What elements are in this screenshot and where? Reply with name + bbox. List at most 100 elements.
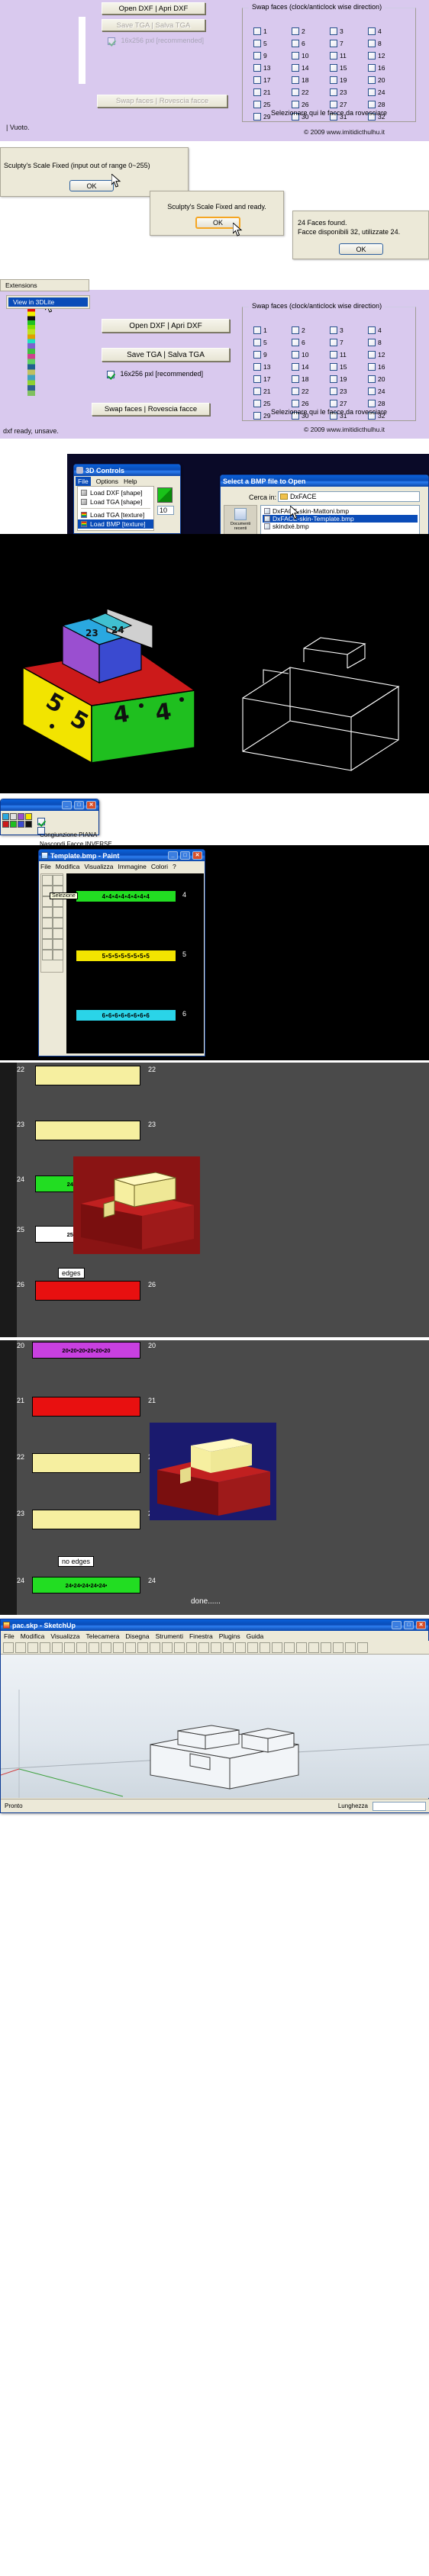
- tool-text-icon[interactable]: [53, 918, 63, 928]
- face-checkbox-18[interactable]: 18: [292, 373, 330, 385]
- face-checkbox-grid[interactable]: 1 2 3 4 5 6 7 8 9 10 11 12 13 14 15 16 17 18 19 20 21 22 23 24 2…: [253, 25, 408, 123]
- tool-pencil-icon[interactable]: [42, 907, 53, 918]
- face-checkbox-box-22[interactable]: [292, 88, 299, 96]
- face-checkbox-box-12[interactable]: [368, 52, 376, 59]
- checkbox-hide-inverse[interactable]: [37, 826, 45, 835]
- tool-roundrect-icon[interactable]: [53, 950, 63, 960]
- face-checkbox-box-12[interactable]: [368, 351, 376, 359]
- sketchup-minimize-button[interactable]: _: [392, 1621, 402, 1629]
- window-3d-controls-menubar[interactable]: File Options Help: [74, 476, 180, 486]
- toolbar-look-icon[interactable]: [345, 1642, 356, 1653]
- face-checkbox-box-20[interactable]: [368, 375, 376, 383]
- window-3d-controls-titlebar[interactable]: 3D Controls: [74, 465, 180, 476]
- face-checkbox-15[interactable]: 15: [330, 361, 368, 373]
- window-paint-menubar[interactable]: File Modifica Visualizza Immagine Colori…: [39, 861, 205, 871]
- menu-item-load-tga-shape[interactable]: Load TGA [shape]: [78, 497, 153, 507]
- toolbar-orbit-icon[interactable]: [284, 1642, 295, 1653]
- su-menu-guida[interactable]: Guida: [247, 1632, 264, 1640]
- face-checkbox-22[interactable]: 22: [292, 385, 330, 397]
- toolbar-line-icon[interactable]: [113, 1642, 124, 1653]
- menu-item-load-bmp-texture[interactable]: Load BMP [texture]: [78, 519, 153, 529]
- window-options-titlebar[interactable]: _ □ ✕: [1, 799, 98, 811]
- face-checkbox-12[interactable]: 12: [368, 50, 406, 62]
- paint-menu-modifica[interactable]: Modifica: [56, 863, 80, 870]
- face-checkbox-box-24[interactable]: [368, 88, 376, 96]
- face-checkbox-box-1[interactable]: [253, 326, 261, 334]
- swatch-icon[interactable]: [10, 821, 17, 828]
- face-checkbox-box-23[interactable]: [330, 88, 337, 96]
- face-checkbox-grid-2[interactable]: 1 2 3 4 5 6 7 8 9 10 11 12 13 14 15 16 17 18 19 20 21 22 23 24 2…: [253, 324, 408, 422]
- paint-menu-visualizza[interactable]: Visualizza: [84, 863, 113, 870]
- toolbar-print-icon[interactable]: [40, 1642, 50, 1653]
- tool-rect-icon[interactable]: [42, 939, 53, 950]
- face-checkbox-box-21[interactable]: [253, 88, 261, 96]
- face-checkbox-box-18[interactable]: [292, 76, 299, 84]
- tool-free-select-icon[interactable]: [42, 875, 53, 886]
- menu-help[interactable]: Help: [124, 478, 137, 485]
- window-sketchup-titlebar[interactable]: pac.skp - SketchUp _ □ ✕: [1, 1619, 428, 1631]
- file-list-item-0[interactable]: DxFACE-skin-Mattoni.bmp: [263, 507, 418, 515]
- face-checkbox-21[interactable]: 21: [253, 86, 292, 98]
- paint-menu-colori[interactable]: Colori: [151, 863, 168, 870]
- sketchup-maximize-button[interactable]: □: [404, 1621, 414, 1629]
- checkbox-16x256-2[interactable]: [107, 370, 115, 378]
- face-checkbox-box-10[interactable]: [292, 351, 299, 359]
- swatch-icon[interactable]: [25, 821, 32, 828]
- toolbar-rect-icon[interactable]: [137, 1642, 148, 1653]
- paint-maximize-button[interactable]: □: [180, 851, 190, 860]
- toolbar-move-icon[interactable]: [174, 1642, 185, 1653]
- open-dxf-button-2[interactable]: Open DXF | Apri DXF: [102, 319, 230, 333]
- face-checkbox-2[interactable]: 2: [292, 324, 330, 336]
- face-checkbox-box-25[interactable]: [253, 400, 261, 407]
- toolbar-save-icon[interactable]: [27, 1642, 38, 1653]
- face-checkbox-20[interactable]: 20: [368, 373, 406, 385]
- face-checkbox-box-2[interactable]: [292, 326, 299, 334]
- look-in-combobox[interactable]: DxFACE: [278, 491, 420, 502]
- face-checkbox-box-6[interactable]: [292, 40, 299, 47]
- paint-canvas[interactable]: 4•4•4•4•4•4•4•4 4 5•5•5•5•5•5•5•5 5 6•6•…: [66, 873, 204, 1053]
- toolbar-text-icon[interactable]: [260, 1642, 270, 1653]
- tool-curve-icon[interactable]: [53, 928, 63, 939]
- toolbar-walk-icon[interactable]: [333, 1642, 344, 1653]
- window-paint-titlebar[interactable]: Template.bmp - Paint _ □ ✕: [39, 850, 205, 861]
- tool-select-icon[interactable]: [53, 875, 63, 886]
- paint-menu-file[interactable]: File: [40, 863, 51, 870]
- face-checkbox-box-16[interactable]: [368, 363, 376, 371]
- face-checkbox-box-27[interactable]: [330, 400, 337, 407]
- menu-file[interactable]: File: [76, 476, 91, 486]
- face-checkbox-14[interactable]: 14: [292, 62, 330, 74]
- su-menu-modifica[interactable]: Modifica: [21, 1632, 45, 1640]
- su-menu-disegna[interactable]: Disegna: [125, 1632, 149, 1640]
- paint-menu-immagine[interactable]: Immagine: [118, 863, 146, 870]
- face-checkbox-1[interactable]: 1: [253, 25, 292, 37]
- face-checkbox-8[interactable]: 8: [368, 37, 406, 50]
- face-checkbox-4[interactable]: 4: [368, 25, 406, 37]
- side-value-field[interactable]: 10: [157, 506, 174, 515]
- toolbar-zoom-extents-icon[interactable]: [321, 1642, 331, 1653]
- tool-polygon-icon[interactable]: [53, 939, 63, 950]
- face-checkbox-box-9[interactable]: [253, 52, 261, 59]
- paint-close-icon[interactable]: ✕: [192, 851, 202, 860]
- face-checkbox-3[interactable]: 3: [330, 324, 368, 336]
- file-dropdown-menu[interactable]: Load DXF [shape] Load TGA [shape] Load T…: [77, 486, 154, 531]
- tool-brush-icon[interactable]: [53, 907, 63, 918]
- face-checkbox-box-10[interactable]: [292, 52, 299, 59]
- toolbar-pushpull-icon[interactable]: [162, 1642, 173, 1653]
- face-checkbox-17[interactable]: 17: [253, 74, 292, 86]
- swatch-icon[interactable]: [2, 813, 9, 820]
- face-checkbox-7[interactable]: 7: [330, 336, 368, 349]
- toolbar-paint-icon[interactable]: [101, 1642, 111, 1653]
- face-checkbox-23[interactable]: 23: [330, 385, 368, 397]
- face-checkbox-19[interactable]: 19: [330, 373, 368, 385]
- dialog-faces-found-ok[interactable]: OK: [339, 243, 383, 255]
- face-checkbox-box-11[interactable]: [330, 351, 337, 359]
- checkbox-16x256-row-2[interactable]: 16x256 pxl [recommended]: [107, 368, 203, 381]
- face-checkbox-box-28[interactable]: [368, 400, 376, 407]
- face-checkbox-5[interactable]: 5: [253, 37, 292, 50]
- face-checkbox-20[interactable]: 20: [368, 74, 406, 86]
- face-checkbox-box-19[interactable]: [330, 375, 337, 383]
- paint-toolbox[interactable]: [40, 873, 63, 973]
- toolbar-axes-icon[interactable]: [272, 1642, 282, 1653]
- face-checkbox-box-21[interactable]: [253, 388, 261, 395]
- face-checkbox-7[interactable]: 7: [330, 37, 368, 50]
